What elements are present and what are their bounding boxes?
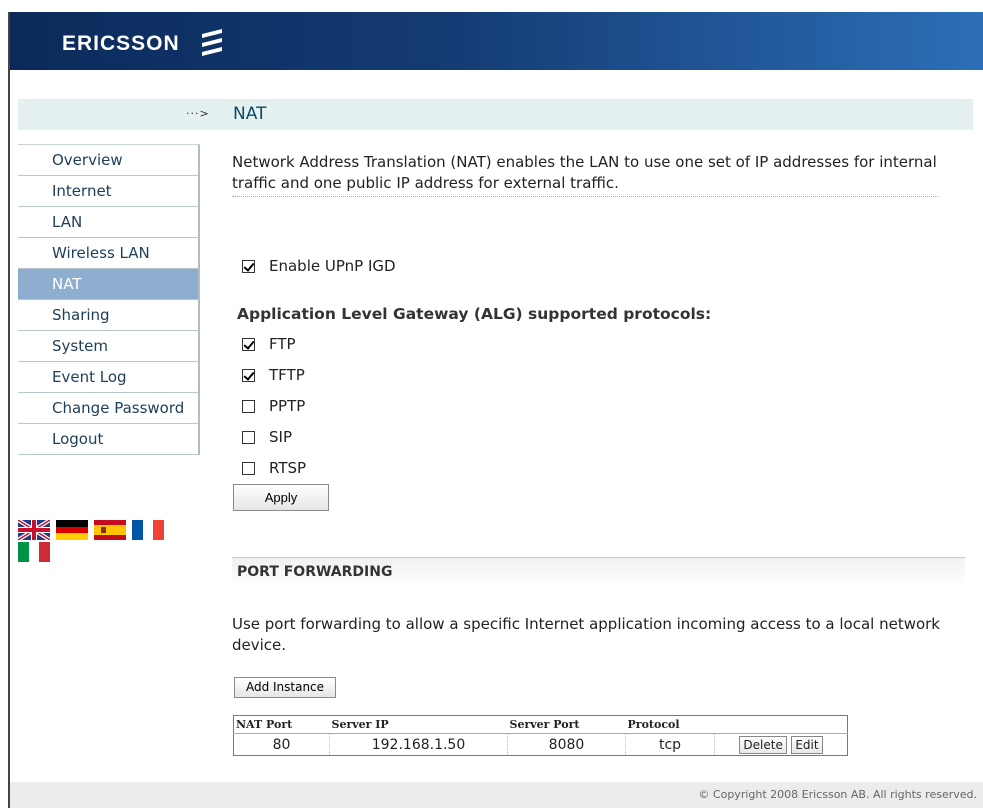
port-forwarding-header: PORT FORWARDING	[232, 558, 965, 588]
sidebar-item-system[interactable]: System	[18, 331, 200, 362]
page-titlebar: ···> NAT	[18, 99, 973, 130]
sip-checkbox[interactable]	[242, 430, 255, 444]
sidebar-item-overview[interactable]: Overview	[18, 145, 200, 176]
table-row: 80 192.168.1.50 8080 tcp Delete Edit	[233, 733, 848, 756]
brand-logo-text: ERICSSON	[62, 32, 180, 55]
cell-server-port: 8080	[507, 733, 626, 756]
cell-nat-port: 80	[233, 733, 330, 756]
rtsp-label: RTSP	[269, 459, 307, 477]
window-left-border	[8, 12, 10, 808]
ftp-checkbox[interactable]	[242, 337, 255, 351]
col-nat-port: NAT Port	[233, 715, 330, 734]
table-header-row: NAT Port Server IP Server Port Protocol	[233, 715, 848, 734]
sidebar-item-internet[interactable]: Internet	[18, 176, 200, 207]
sidebar-item-logout[interactable]: Logout	[18, 424, 200, 455]
sidebar-item-lan[interactable]: LAN	[18, 207, 200, 238]
pptp-checkbox[interactable]	[242, 399, 255, 413]
spain-flag-icon[interactable]	[94, 520, 126, 540]
sidebar-nav: Overview Internet LAN Wireless LAN NAT S…	[18, 144, 200, 455]
delete-button[interactable]: Delete	[739, 735, 787, 754]
window-top-border	[0, 0, 983, 12]
edit-button[interactable]: Edit	[791, 735, 823, 754]
port-forwarding-description: Use port forwarding to allow a specific …	[232, 615, 940, 654]
upnp-label: Enable UPnP IGD	[269, 257, 396, 275]
cell-actions: Delete Edit	[715, 734, 848, 756]
apply-button[interactable]: Apply	[233, 484, 329, 511]
uk-flag-icon[interactable]	[18, 520, 50, 540]
sidebar-item-sharing[interactable]: Sharing	[18, 300, 200, 331]
sip-label: SIP	[269, 428, 292, 446]
protocol-row-tftp: TFTP	[242, 366, 305, 384]
port-forwarding-table: NAT Port Server IP Server Port Protocol …	[233, 715, 848, 756]
col-actions	[714, 715, 848, 734]
france-flag-icon[interactable]	[132, 520, 164, 540]
alg-heading: Application Level Gateway (ALG) supporte…	[237, 305, 712, 323]
ftp-label: FTP	[269, 335, 296, 353]
tftp-label: TFTP	[269, 366, 305, 384]
header-banner: ERICSSON	[10, 12, 983, 70]
germany-flag-icon[interactable]	[56, 520, 88, 540]
italy-flag-icon[interactable]	[18, 542, 50, 562]
col-server-ip: Server IP	[329, 715, 508, 734]
col-server-port: Server Port	[507, 715, 626, 734]
nat-description: Network Address Translation (NAT) enable…	[232, 153, 937, 192]
pptp-label: PPTP	[269, 397, 306, 415]
divider	[232, 196, 938, 197]
arrow-icon: ···>	[186, 107, 210, 120]
col-protocol: Protocol	[625, 715, 715, 734]
upnp-checkbox[interactable]	[242, 259, 255, 273]
cell-protocol: tcp	[625, 733, 715, 756]
protocol-row-sip: SIP	[242, 428, 292, 446]
footer: © Copyright 2008 Ericsson AB. All rights…	[10, 782, 983, 808]
sidebar-item-wireless-lan[interactable]: Wireless LAN	[18, 238, 200, 269]
upnp-row: Enable UPnP IGD	[242, 257, 396, 275]
cell-server-ip: 192.168.1.50	[329, 733, 508, 756]
protocol-row-pptp: PPTP	[242, 397, 305, 415]
port-forwarding-title: PORT FORWARDING	[237, 564, 393, 580]
tftp-checkbox[interactable]	[242, 368, 255, 382]
sidebar-item-change-password[interactable]: Change Password	[18, 393, 200, 424]
page-title: NAT	[233, 104, 267, 124]
sidebar-item-nat[interactable]: NAT	[18, 269, 200, 300]
copyright-text: © Copyright 2008 Ericsson AB. All rights…	[698, 788, 977, 801]
add-instance-button[interactable]: Add Instance	[234, 677, 336, 698]
ericsson-logo-icon	[202, 29, 222, 56]
protocol-row-rtsp: RTSP	[242, 459, 306, 477]
sidebar-item-event-log[interactable]: Event Log	[18, 362, 200, 393]
rtsp-checkbox[interactable]	[242, 461, 255, 475]
protocol-row-ftp: FTP	[242, 335, 296, 353]
